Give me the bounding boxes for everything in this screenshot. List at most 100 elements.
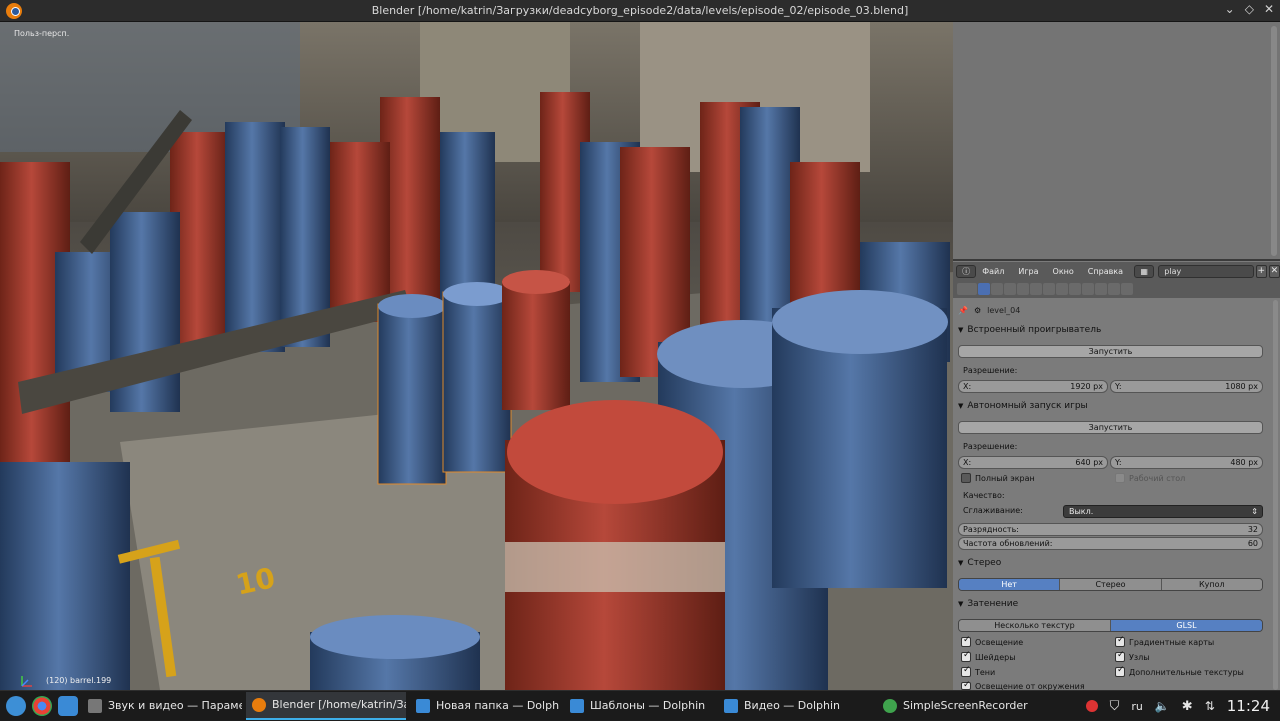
fullscreen-checkbox[interactable] [961,473,971,483]
embedded-res-y-field[interactable]: Y: 1080 px [1110,380,1263,393]
lighting-label: Освещение [975,638,1024,647]
res-x-value: 640 px [1075,458,1103,467]
bit-depth-field[interactable]: Разрядность: 32 [958,523,1263,536]
env-lighting-checkbox[interactable] [961,680,971,690]
active-object-label: (120) barrel.199 [46,676,112,685]
ramps-label: Градиентные карты [1129,638,1215,647]
tab-modifiers[interactable] [1056,283,1068,295]
shield-icon[interactable]: ⛉ [1110,699,1120,714]
task-label: Blender [/home/katrin/Загру... [272,698,406,711]
clock[interactable]: 11:24 [1227,697,1270,715]
minimize-icon[interactable]: ⌄ [1225,2,1235,16]
section-title: Затенение [967,599,1019,609]
antialias-dropdown[interactable]: Выкл. ⇕ [1063,505,1263,518]
tab-texture[interactable] [1095,283,1107,295]
stereo-option-dome[interactable]: Купол [1161,579,1262,590]
ramps-checkbox[interactable] [1115,635,1125,647]
desktop-checkbox[interactable] [1115,473,1125,483]
recording-icon[interactable] [1085,700,1098,712]
volume-icon[interactable]: 🔈 [1155,699,1170,713]
task-screen-recorder[interactable]: SimpleScreenRecorder [877,692,1037,720]
refresh-label: Частота обновлений: [963,539,1053,548]
tab-world[interactable] [1017,283,1029,295]
stereo-mode-selector: Нет Стерео Купол [958,578,1263,591]
menu-window[interactable]: Окно [1053,267,1074,276]
section-stereo[interactable]: ▼ Стерео [958,558,1263,568]
task-dolphin-templates[interactable]: Шаблоны — Dolphin [564,692,714,720]
task-label: Новая папка — Dolphin [436,699,560,712]
remove-screen-button[interactable]: ✕ [1268,264,1280,278]
properties-tabs [953,280,1280,298]
shading-option-glsl[interactable]: GLSL [1111,620,1262,631]
blender-logo-icon [6,3,22,19]
bluetooth-icon[interactable]: ✱ [1182,699,1193,714]
menu-help[interactable]: Справка [1088,267,1123,276]
tab-material[interactable] [1082,283,1094,295]
task-blender[interactable]: Blender [/home/katrin/Загру... [246,691,406,720]
folder-icon [570,698,584,713]
screen-name-field[interactable]: play [1158,264,1254,278]
nodes-checkbox[interactable] [1115,650,1125,662]
editor-type-button[interactable]: ⓘ [956,264,977,278]
env-lighting-label: Освещение от окружения [975,682,1085,690]
keyboard-layout[interactable]: ru [1131,700,1143,713]
nodes-label: Узлы [1129,653,1150,662]
section-title: Стерео [967,558,1002,568]
shadows-checkbox[interactable] [961,665,971,677]
context-breadcrumb: 📌 ⚙ level_04 [958,306,1263,315]
network-icon[interactable]: ⇅ [1205,699,1215,713]
close-icon[interactable]: ✕ [1264,2,1274,16]
window-titlebar: Blender [/home/katrin/Загрузки/deadcybor… [0,0,1280,22]
desktop-label: Рабочий стол [1129,474,1186,483]
stereo-option-none[interactable]: Нет [959,579,1061,590]
fullscreen-label: Полный экран [975,474,1035,483]
tab-constraints[interactable] [1043,283,1055,295]
section-embedded-player[interactable]: ▼ Встроенный проигрыватель [958,325,1263,335]
section-shading[interactable]: ▼ Затенение [958,599,1263,609]
standalone-start-button[interactable]: Запустить [958,421,1263,434]
embedded-res-x-field[interactable]: X: 1920 px [958,380,1108,393]
system-tray: ⛉ ru 🔈 ✱ ⇅ 11:24 [1085,691,1280,721]
task-sound-video[interactable]: Звук и видео — Параметры... [82,692,242,720]
task-dolphin-new-folder[interactable]: Новая папка — Dolphin [410,692,560,720]
task-dolphin-video[interactable]: Видео — Dolphin [718,692,873,720]
properties-editor-icon[interactable] [957,283,977,295]
screen-layout-button[interactable]: ▦ [1134,264,1155,278]
file-manager-icon[interactable] [58,695,78,716]
tab-render-layers[interactable] [991,283,1003,295]
res-y-label: Y: [1115,458,1122,467]
tab-particles[interactable] [1108,283,1120,295]
view-type-label: Польз-персп. [14,29,70,38]
bit-depth-label: Разрядность: [963,525,1019,534]
menu-game[interactable]: Игра [1018,267,1038,276]
shaders-checkbox[interactable] [961,650,971,662]
keep-above-icon[interactable]: ◇ [1245,2,1254,16]
add-screen-button[interactable]: + [1255,264,1267,278]
stereo-option-stereo[interactable]: Стерео [1060,579,1162,590]
extra-textures-checkbox[interactable] [1115,665,1125,677]
refresh-rate-field[interactable]: Частота обновлений: 60 [958,537,1263,550]
scrollbar[interactable] [1271,26,1277,256]
pin-icon[interactable]: 📌 [958,306,968,315]
chrome-icon[interactable] [32,695,52,716]
tab-data[interactable] [1069,283,1081,295]
tab-object[interactable] [1030,283,1042,295]
embedded-start-button[interactable]: Запустить [958,345,1263,358]
standalone-res-y-field[interactable]: Y: 480 px [1110,456,1263,469]
lighting-checkbox[interactable] [961,635,971,647]
3d-viewport[interactable]: 10 Польз-персп. (120) barrel.199 [0,22,953,690]
properties-area: ⓘ Файл Игра Окно Справка ▦ play + ✕ 📌 ⚙ … [953,22,1280,690]
shadows-label: Тени [975,668,996,677]
antialias-label: Сглаживание: [963,506,1023,515]
tab-physics[interactable] [1121,283,1133,295]
tab-render[interactable] [978,283,990,295]
menu-file[interactable]: Файл [982,267,1004,276]
tab-scene[interactable] [1004,283,1016,295]
res-y-value: 1080 px [1225,382,1258,391]
app-launcher-icon[interactable] [6,695,26,716]
standalone-res-x-field[interactable]: X: 640 px [958,456,1108,469]
collapse-icon: ▼ [958,600,964,608]
section-standalone[interactable]: ▼ Автономный запуск игры [958,401,1263,411]
shading-option-multitexture[interactable]: Несколько текстур [959,620,1111,631]
properties-scrollbar[interactable] [1273,300,1278,690]
